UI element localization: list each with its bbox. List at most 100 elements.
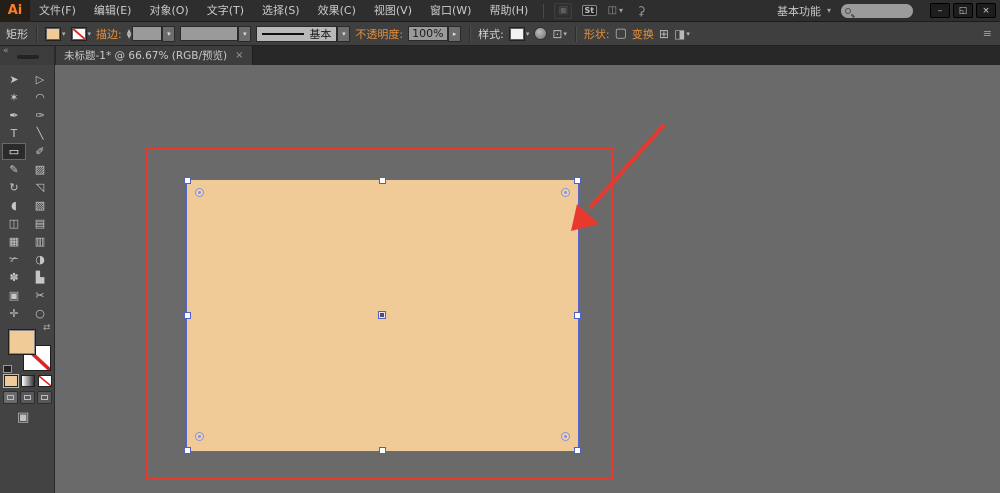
bridge-icon[interactable]: ▣ — [554, 2, 573, 19]
selection-tool[interactable]: ➤ — [2, 71, 26, 88]
arrange-documents-icon[interactable]: ◫ ▾ — [606, 3, 624, 19]
brush-definition-input[interactable] — [180, 26, 239, 41]
width-tool[interactable]: ◖ — [2, 197, 26, 214]
toolbar-collapse-icon[interactable]: « — [3, 46, 9, 56]
opacity-input[interactable]: 100% — [408, 26, 449, 41]
bounding-box-icon[interactable]: ▢ — [615, 26, 627, 41]
symbol-sprayer-tool[interactable]: ✽ — [2, 269, 26, 286]
draw-behind-button[interactable] — [20, 391, 35, 404]
none-button[interactable] — [38, 375, 52, 387]
menu-effect[interactable]: 效果(C) — [309, 0, 365, 22]
stroke-weight-control[interactable]: ▲ ▼ ▾ — [127, 25, 176, 42]
gradient-button[interactable] — [21, 375, 35, 387]
corner-widget[interactable] — [195, 432, 204, 441]
artboard-tool[interactable]: ▣ — [2, 287, 26, 304]
selection-center-point[interactable] — [378, 311, 386, 319]
menu-view[interactable]: 视图(V) — [365, 0, 421, 22]
zoom-tool[interactable]: ○ — [28, 305, 52, 322]
eyedropper-tool[interactable]: ✃ — [2, 251, 26, 268]
rotate-tool[interactable]: ↻ — [2, 179, 26, 196]
stroke-style-caret-icon[interactable]: ▾ — [337, 25, 351, 42]
menu-select[interactable]: 选择(S) — [253, 0, 309, 22]
stroke-stepper[interactable]: ▲ ▼ — [127, 28, 132, 39]
fill-swatch[interactable] — [45, 26, 61, 41]
opacity-caret-icon[interactable]: ▸ — [448, 25, 462, 42]
draw-normal-button[interactable] — [3, 391, 18, 404]
screen-mode-icon[interactable]: ▣ — [17, 410, 29, 425]
opacity-control[interactable]: 100% ▸ — [408, 25, 462, 42]
menu-type[interactable]: 文字(T) — [198, 0, 253, 22]
fill-indicator[interactable] — [8, 329, 36, 355]
stroke-swatch[interactable] — [70, 26, 87, 41]
workspace-switcher[interactable]: 基本功能 ▾ — [777, 3, 831, 19]
stock-icon[interactable]: St — [580, 3, 598, 19]
eraser-tool[interactable]: ▨ — [28, 161, 52, 178]
isolate-mode-icon[interactable]: ◨ ▾ — [674, 27, 690, 41]
corner-widget[interactable] — [195, 188, 204, 197]
gradient-tool[interactable]: ▥ — [28, 233, 52, 250]
curvature-tool[interactable]: ✑ — [28, 107, 52, 124]
recolor-artwork-icon[interactable] — [534, 27, 548, 40]
mesh-tool[interactable]: ▦ — [2, 233, 26, 250]
opacity-label[interactable]: 不透明度: — [355, 26, 403, 42]
column-graph-tool[interactable]: ▙ — [28, 269, 52, 286]
paintbrush-tool[interactable]: ✐ — [28, 143, 52, 160]
tab-close-icon[interactable]: × — [235, 50, 243, 61]
stroke-weight-caret-icon[interactable]: ▾ — [162, 25, 176, 42]
close-button[interactable]: × — [976, 3, 996, 18]
swap-fill-stroke-icon[interactable]: ⇄ — [43, 323, 51, 333]
stroke-style-preview[interactable]: 基本 — [256, 25, 338, 42]
align-panel-icon[interactable]: ⊡ ▾ — [552, 27, 567, 41]
toolbar-drag-handle[interactable] — [17, 55, 39, 59]
document-tab[interactable]: 未标题-1* @ 66.67% (RGB/预览) × — [56, 46, 253, 65]
perspective-grid-tool[interactable]: ▤ — [28, 215, 52, 232]
slice-tool[interactable]: ✂ — [28, 287, 52, 304]
stroke-weight-input[interactable] — [132, 26, 163, 41]
scale-tool[interactable]: ◹ — [28, 179, 52, 196]
constrain-proportions-icon[interactable]: ⊞ — [659, 27, 669, 41]
free-transform-tool[interactable]: ▧ — [28, 197, 52, 214]
rectangle-tool[interactable]: ▭ — [2, 142, 26, 160]
shape-label[interactable]: 形状: — [584, 26, 610, 42]
stroke-style-control[interactable]: 基本 ▾ — [256, 25, 351, 42]
minimize-button[interactable]: – — [930, 3, 950, 18]
menu-edit[interactable]: 编辑(E) — [85, 0, 141, 22]
selection-handle-mid-left[interactable] — [184, 312, 191, 319]
canvas-area[interactable] — [56, 65, 1000, 493]
blend-tool[interactable]: ◑ — [28, 251, 52, 268]
menu-file[interactable]: 文件(F) — [30, 0, 85, 22]
hand-tool[interactable]: ✛ — [2, 305, 26, 322]
menu-help[interactable]: 帮助(H) — [480, 0, 537, 22]
search-input[interactable] — [841, 3, 913, 18]
line-segment-tool[interactable]: ╲ — [28, 125, 52, 142]
brush-definition-control[interactable]: ▾ — [180, 25, 252, 42]
color-button[interactable] — [4, 375, 18, 387]
default-fill-stroke-icon[interactable] — [3, 365, 12, 373]
control-panel-menu-icon[interactable]: ≡ — [983, 27, 994, 40]
selection-handle-top-left[interactable] — [184, 177, 191, 184]
stroke-color-control[interactable]: ▾ — [70, 26, 91, 41]
shape-builder-tool[interactable]: ◫ — [2, 215, 26, 232]
corner-widget[interactable] — [561, 432, 570, 441]
draw-inside-button[interactable] — [37, 391, 52, 404]
fill-color-control[interactable]: ▾ — [45, 26, 66, 41]
selection-handle-top-mid[interactable] — [379, 177, 386, 184]
corner-widget[interactable] — [561, 188, 570, 197]
selection-handle-bottom-right[interactable] — [574, 447, 581, 454]
pencil-tool[interactable]: ✎ — [2, 161, 26, 178]
selection-handle-bottom-left[interactable] — [184, 447, 191, 454]
graphic-style-control[interactable]: ▾ — [508, 26, 529, 41]
menu-object[interactable]: 对象(O) — [140, 0, 197, 22]
stroke-weight-label[interactable]: 描边: — [96, 26, 122, 42]
type-tool[interactable]: T — [2, 125, 26, 142]
menu-window[interactable]: 窗口(W) — [421, 0, 480, 22]
restore-button[interactable]: ◱ — [953, 3, 973, 18]
brush-caret-icon[interactable]: ▾ — [238, 25, 252, 42]
transform-label[interactable]: 变换 — [632, 26, 654, 42]
pen-tool[interactable]: ✒ — [2, 107, 26, 124]
style-swatch[interactable] — [508, 26, 525, 41]
selection-handle-mid-right[interactable] — [574, 312, 581, 319]
selection-handle-bottom-mid[interactable] — [379, 447, 386, 454]
magic-wand-tool[interactable]: ✶ — [2, 89, 26, 106]
lasso-tool[interactable]: ◠ — [28, 89, 52, 106]
